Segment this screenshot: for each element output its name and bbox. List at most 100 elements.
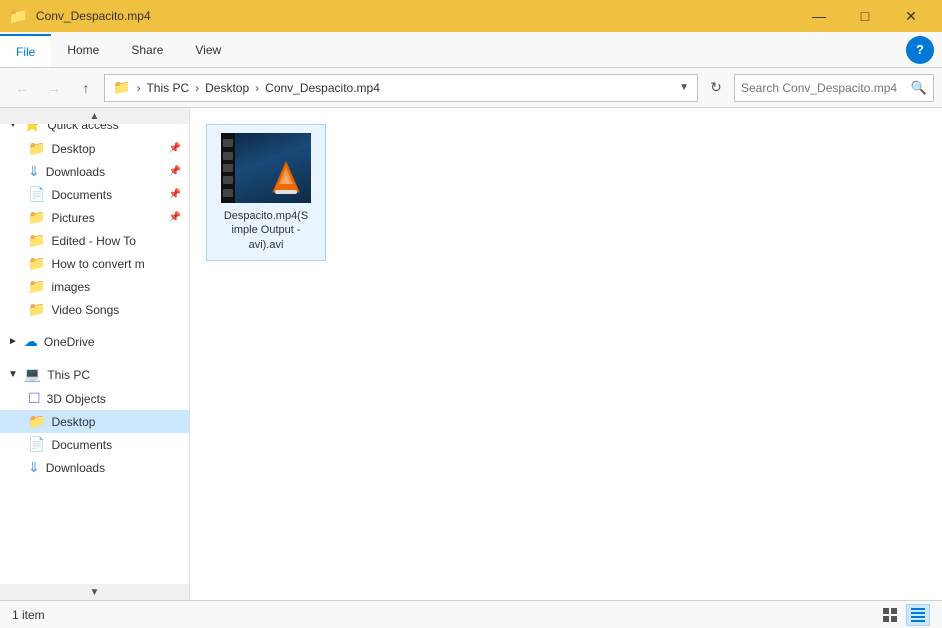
sidebar-item-images[interactable]: 📁 images [0,275,189,298]
view-details-button[interactable] [906,604,930,626]
minimize-button[interactable]: — [796,0,842,32]
file-name-line2: imple Output - [231,224,300,236]
sidebar-videosongs-label: Video Songs [51,303,119,317]
forward-button[interactable]: → [40,74,68,102]
window-controls: — □ ✕ [796,0,934,32]
sidebar-item-videosongs[interactable]: 📁 Video Songs [0,298,189,321]
dropdown-arrow-icon[interactable]: ▼ [679,82,689,93]
help-button[interactable]: ? [906,36,934,64]
this-pc-label: This PC [47,368,90,382]
documents2-icon: 📄 [28,436,45,453]
file-grid: Despacito.mp4(S imple Output - avi).avi [206,124,926,261]
ribbon-right: ? [906,32,942,67]
video-frame [221,133,311,203]
quick-access-section: ▼ ⭐ Quick access 📁 Desktop 📌 ⇓ Downloads… [0,108,189,325]
view-icons-button[interactable] [878,604,902,626]
tab-file[interactable]: File [0,34,51,67]
refresh-button[interactable]: ↻ [702,74,730,102]
tab-share[interactable]: Share [115,32,179,67]
back-button[interactable]: ← [8,74,36,102]
sidebar-edited-label: Edited - How To [51,234,136,248]
3dobjects-icon: ☐ [28,390,41,407]
onedrive-header[interactable]: ► ☁ OneDrive [0,329,189,354]
pin-icon-pics: 📌 [169,212,181,223]
breadcrumb-sep1: › [136,81,140,95]
sidebar-item-documents[interactable]: 📄 Documents 📌 [0,183,189,206]
sidebar-howto-label: How to convert m [51,257,144,271]
documents-icon: 📄 [28,186,45,203]
sidebar-documents2-label: Documents [51,438,112,452]
sidebar-item-desktop2[interactable]: 📁 Desktop [0,410,189,433]
sidebar-item-desktop[interactable]: 📁 Desktop 📌 [0,137,189,160]
sidebar-scroll-up[interactable]: ▲ [0,108,189,124]
pin-icon-dl: 📌 [169,166,181,177]
item-count: 1 item [12,608,45,622]
breadcrumb-home-icon: 📁 [113,79,130,96]
downloads2-icon: ⇓ [28,459,40,476]
status-bar: 1 item [0,600,942,628]
title-folder-icon: 📁 [8,6,28,26]
sidebar-images-label: images [51,280,90,294]
sidebar-item-edited[interactable]: 📁 Edited - How To [0,229,189,252]
film-hole-4 [223,176,233,184]
file-name-line1: Despacito.mp4(S [224,210,308,222]
breadcrumb-this-pc: This PC [146,81,189,95]
sidebar-item-howto[interactable]: 📁 How to convert m [0,252,189,275]
sidebar-downloads2-label: Downloads [46,461,105,475]
sidebar-item-pictures[interactable]: 📁 Pictures 📌 [0,206,189,229]
sidebar-item-documents2[interactable]: 📄 Documents [0,433,189,456]
sidebar-item-3dobjects[interactable]: ☐ 3D Objects [0,387,189,410]
desktop2-folder-icon: 📁 [28,413,45,430]
vlc-cone-icon [271,160,301,197]
film-hole-3 [223,164,233,172]
desktop-folder-icon: 📁 [28,140,45,157]
sidebar-3dobjects-label: 3D Objects [47,392,106,406]
onedrive-cloud-icon: ☁ [24,333,38,350]
content-area: Despacito.mp4(S imple Output - avi).avi [190,108,942,600]
file-label: Despacito.mp4(S imple Output - avi).avi [224,209,308,252]
sidebar-pictures-label: Pictures [51,211,94,225]
pin-icon-docs: 📌 [169,189,181,200]
breadcrumb-sep3: › [255,81,259,95]
videosongs-folder-icon: 📁 [28,301,45,318]
up-button[interactable]: ↑ [72,74,100,102]
pictures-icon: 📁 [28,209,45,226]
this-pc-header[interactable]: ▼ 💻 This PC [0,362,189,387]
tab-home[interactable]: Home [51,32,115,67]
view-toggle-buttons [878,604,930,626]
onedrive-label: OneDrive [44,335,95,349]
onedrive-section: ► ☁ OneDrive [0,325,189,358]
tab-view[interactable]: View [179,32,237,67]
sidebar-item-downloads[interactable]: ⇓ Downloads 📌 [0,160,189,183]
edited-folder-icon: 📁 [28,232,45,249]
address-bar: ← → ↑ 📁 › This PC › Desktop › Conv_Despa… [0,68,942,108]
film-hole-2 [223,152,233,160]
title-bar-text: Conv_Despacito.mp4 [36,9,788,23]
howto-folder-icon: 📁 [28,255,45,272]
sidebar-desktop2-label: Desktop [51,415,95,429]
sidebar: ▲ ▼ ⭐ Quick access 📁 Desktop 📌 ⇓ Downloa… [0,108,190,600]
file-item-despacito[interactable]: Despacito.mp4(S imple Output - avi).avi [206,124,326,261]
file-name-line3: avi).avi [249,239,284,251]
sidebar-scroll-down[interactable]: ▼ [0,584,189,600]
breadcrumb-file: Conv_Despacito.mp4 [265,81,380,95]
film-hole-1 [223,139,233,147]
search-input[interactable] [741,81,907,95]
address-box[interactable]: 📁 › This PC › Desktop › Conv_Despacito.m… [104,74,698,102]
view-icons-icon [883,608,897,622]
view-details-icon [911,608,925,622]
sidebar-documents-label: Documents [51,188,112,202]
search-box[interactable]: 🔍 [734,74,934,102]
breadcrumb-desktop: Desktop [205,81,249,95]
sidebar-desktop-label: Desktop [51,142,95,156]
close-button[interactable]: ✕ [888,0,934,32]
main-area: ▲ ▼ ⭐ Quick access 📁 Desktop 📌 ⇓ Downloa… [0,108,942,600]
breadcrumb-sep2: › [195,81,199,95]
sidebar-item-downloads2[interactable]: ⇓ Downloads [0,456,189,479]
maximize-button[interactable]: □ [842,0,888,32]
images-folder-icon: 📁 [28,278,45,295]
title-bar: 📁 Conv_Despacito.mp4 — □ ✕ [0,0,942,32]
this-pc-icon: 💻 [24,366,41,383]
pin-icon: 📌 [169,143,181,154]
ribbon: File Home Share View ? [0,32,942,68]
